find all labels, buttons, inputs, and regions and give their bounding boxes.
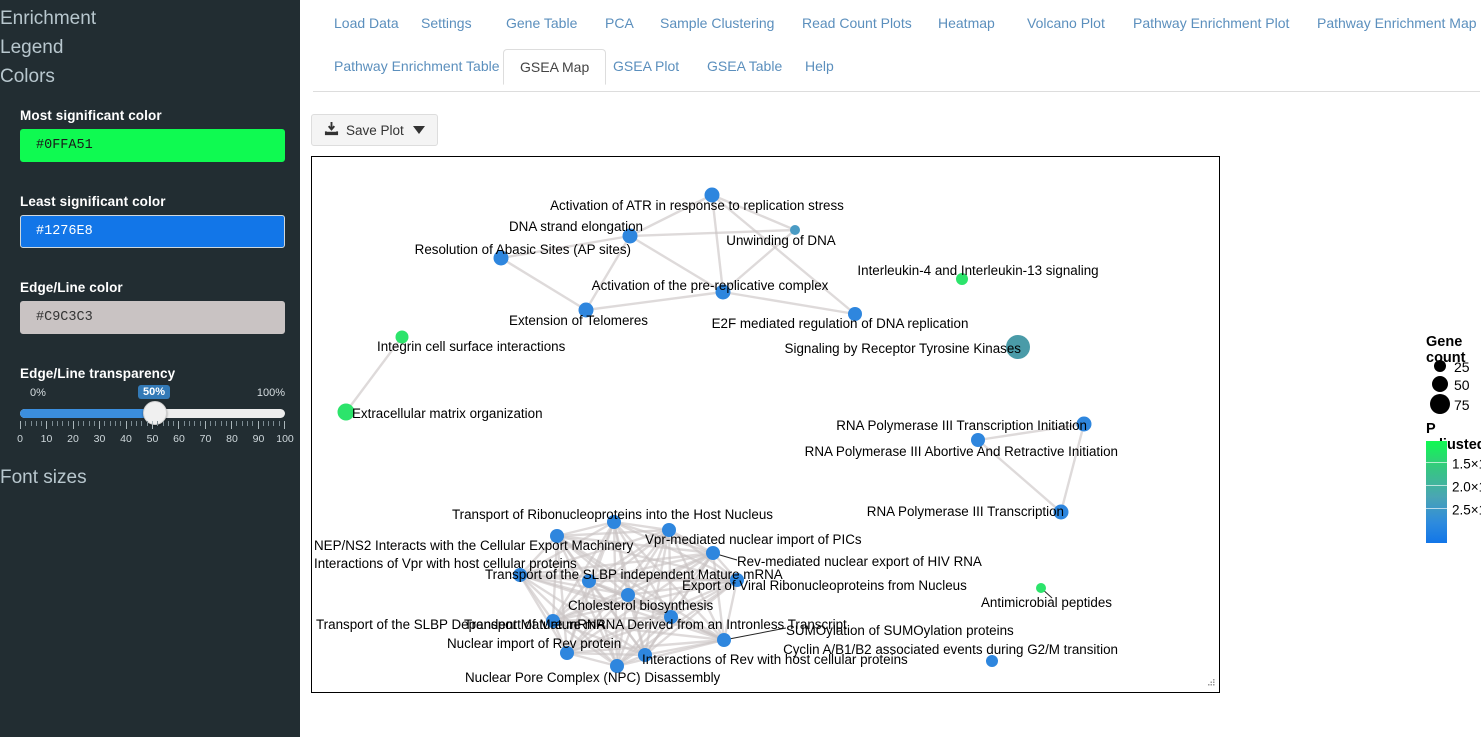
network-node-label: Cyclin A/B1/B2 associated events during … xyxy=(783,642,1118,657)
save-plot-button[interactable]: Save Plot xyxy=(311,114,438,146)
network-node-label: Cholesterol biosynthesis xyxy=(568,598,714,613)
colorbar-tick-label: 2.0×10-4 xyxy=(1452,479,1481,495)
tab-read-count-plots[interactable]: Read Count Plots xyxy=(786,6,928,40)
legend-gene-count-dot xyxy=(1430,394,1450,414)
tab-gsea-map[interactable]: GSEA Map xyxy=(503,49,607,85)
tab-gene-table[interactable]: Gene Table xyxy=(490,6,593,40)
colorbar-tick-label: 2.5×10-4 xyxy=(1452,502,1481,518)
slider-tick-marks xyxy=(20,421,285,430)
network-node-label: Integrin cell surface interactions xyxy=(377,339,566,354)
most-significant-color-input[interactable]: #0FFA51 xyxy=(20,129,285,162)
legend-gene-count-value: 25 xyxy=(1454,359,1470,375)
network-node-label: Interleukin-4 and Interleukin-13 signali… xyxy=(857,263,1099,278)
network-node-label: NEP/NS2 Interacts with the Cellular Expo… xyxy=(314,538,634,553)
network-node-label: SUMOylation of SUMOylation proteins xyxy=(786,623,1014,638)
network-node-label: DNA strand elongation xyxy=(509,219,643,234)
network-node-label: E2F mediated regulation of DNA replicati… xyxy=(711,316,969,331)
sidebar-heading-enrichment: Enrichment xyxy=(0,8,97,29)
main-content: Load Data Settings Gene Table PCA Sample Clu… xyxy=(300,0,1481,737)
legend-gene-count-value: 75 xyxy=(1454,397,1470,413)
network-node-label: Activation of ATR in response to replica… xyxy=(550,198,844,213)
legend-colorbar xyxy=(1426,441,1447,543)
tab-settings[interactable]: Settings xyxy=(405,6,488,40)
least-significant-color-input[interactable]: #1276E8 xyxy=(20,215,285,248)
network-node-label: Vpr-mediated nuclear import of PICs xyxy=(645,532,862,547)
network-node-label: Transport of Ribonucleoproteins into the… xyxy=(451,507,773,522)
network-node-label: Resolution of Abasic Sites (AP sites) xyxy=(414,242,631,257)
colorbar-tick-label: 1.5×10-4 xyxy=(1452,456,1481,472)
tab-heatmap[interactable]: Heatmap xyxy=(922,6,1011,40)
sidebar-heading-legend: Legend xyxy=(0,37,64,58)
tab-pathway-enrichment-table[interactable]: Pathway Enrichment Table xyxy=(318,49,516,83)
tab-gsea-table[interactable]: GSEA Table xyxy=(691,49,798,83)
colorbar-tick xyxy=(1426,485,1447,486)
network-edge xyxy=(585,290,724,312)
tab-help[interactable]: Help xyxy=(789,49,850,83)
network-node[interactable] xyxy=(1036,583,1046,593)
chevron-down-icon xyxy=(412,126,425,134)
network-node-label: Nuclear Pore Complex (NPC) Disassembly xyxy=(465,670,721,685)
save-plot-label: Save Plot xyxy=(346,122,404,138)
tab-navigation: Load Data Settings Gene Table PCA Sample Clu… xyxy=(300,0,1481,92)
sidebar-heading-colors: Colors xyxy=(0,66,55,87)
slider-fill xyxy=(20,409,153,418)
field-least-significant-color: Least significant color #1276E8 xyxy=(20,194,285,248)
network-node-label: Export of Viral Ribonucleoproteins from … xyxy=(682,578,967,593)
field-most-significant-color: Most significant color #0FFA51 xyxy=(20,108,285,162)
tab-underline xyxy=(313,91,1480,92)
tab-sample-clustering[interactable]: Sample Clustering xyxy=(644,6,790,40)
network-node-label: RNA Polymerase III Abortive And Retracti… xyxy=(804,444,1118,459)
tab-pathway-enrichment-plot[interactable]: Pathway Enrichment Plot xyxy=(1117,6,1305,40)
network-edge xyxy=(722,290,856,316)
slider-min-label: 0% xyxy=(30,387,46,399)
slider-value-bubble: 50% xyxy=(138,385,171,399)
field-edge-line-transparency: Edge/Line transparency 0% 100% 50% 0 10 20… xyxy=(17,366,294,449)
gsea-map-plot-panel[interactable]: Activation of ATR in response to replica… xyxy=(311,156,1220,693)
slider-tick-labels: 0 10 20 30 40 50 60 70 80 90 100 xyxy=(17,433,294,445)
network-node-label: RNA Polymerase III Transcription Initiat… xyxy=(836,418,1087,433)
resize-handle-icon[interactable] xyxy=(1204,677,1216,689)
edge-line-color-label: Edge/Line color xyxy=(20,280,123,295)
network-node-label: Nuclear import of Rev protein xyxy=(447,636,622,651)
edge-line-color-input[interactable]: #C9C3C3 xyxy=(20,301,285,334)
network-node-label: Extracellular matrix organization xyxy=(352,406,543,421)
tab-load-data[interactable]: Load Data xyxy=(318,6,415,40)
field-edge-line-color: Edge/Line color #C9C3C3 xyxy=(20,280,285,334)
colorbar-tick xyxy=(1426,462,1447,463)
most-significant-color-label: Most significant color xyxy=(20,108,162,123)
network-node-label: Unwinding of DNA xyxy=(726,233,836,248)
legend-gene-count-dot xyxy=(1434,360,1446,372)
legend-gene-count-value: 50 xyxy=(1454,377,1470,393)
download-icon xyxy=(324,121,339,139)
tab-row-secondary: Pathway Enrichment Table GSEA Map GSEA Plo… xyxy=(300,43,1481,86)
legend-gene-count-dot xyxy=(1432,376,1448,392)
network-edge xyxy=(500,256,587,312)
network-node-label: RNA Polymerase III Transcription xyxy=(866,504,1064,519)
edge-line-transparency-label: Edge/Line transparency xyxy=(20,366,176,381)
colorbar-tick xyxy=(1426,508,1447,509)
network-node[interactable] xyxy=(717,633,731,647)
tab-pca[interactable]: PCA xyxy=(589,6,650,40)
sidebar: Enrichment Legend Colors Most significan… xyxy=(0,0,300,737)
network-node[interactable] xyxy=(706,546,720,560)
slider-max-label: 100% xyxy=(256,387,285,399)
sidebar-heading-font-sizes: Font sizes xyxy=(0,467,87,488)
network-node-label: Activation of the pre-replicative comple… xyxy=(591,278,829,293)
network-edge xyxy=(1059,423,1086,513)
network-node-label: Extension of Telomeres xyxy=(509,313,648,328)
network-node-label: Signaling by Receptor Tyrosine Kinases xyxy=(784,341,1021,356)
edge-line-transparency-slider[interactable]: 0% 100% 50% 0 10 20 30 40 50 60 70 80 90 100 xyxy=(17,385,294,449)
network-node-label: Antimicrobial peptides xyxy=(981,595,1112,610)
least-significant-color-label: Least significant color xyxy=(20,194,166,209)
tab-row-primary: Load Data Settings Gene Table PCA Sample Clu… xyxy=(300,0,1481,43)
tab-gsea-plot[interactable]: GSEA Plot xyxy=(597,49,695,83)
tab-volcano-plot[interactable]: Volcano Plot xyxy=(1011,6,1121,40)
tab-pathway-enrichment-map[interactable]: Pathway Enrichment Map xyxy=(1301,6,1481,40)
